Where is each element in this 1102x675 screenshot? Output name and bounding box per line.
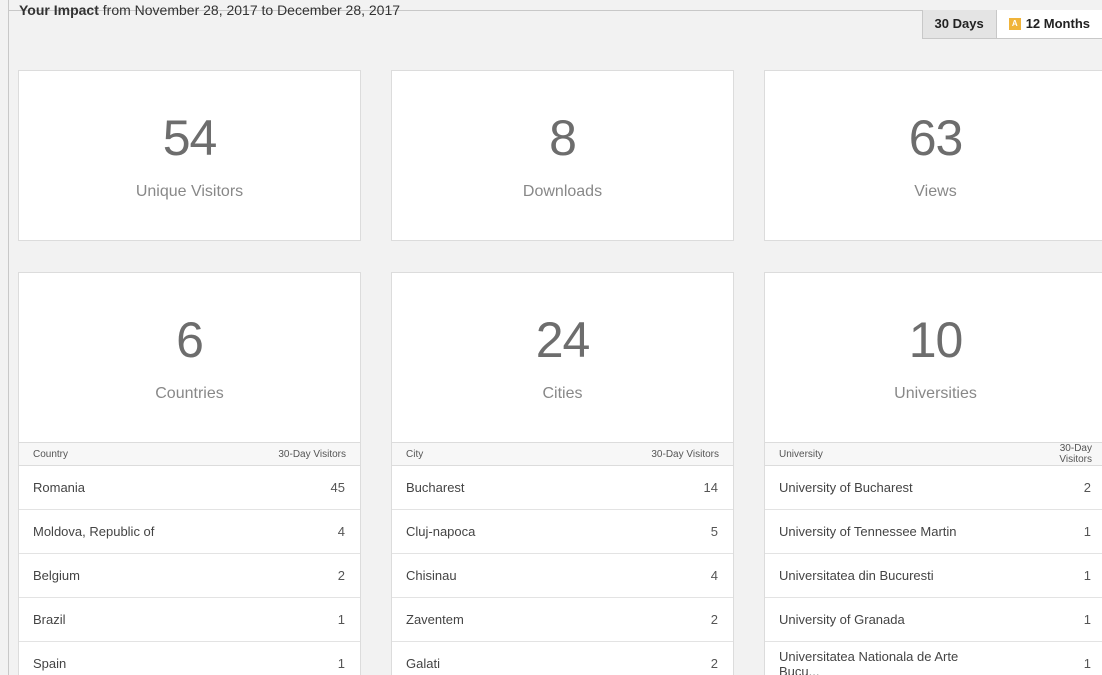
table-row: Moldova, Republic of 4 — [19, 509, 360, 554]
universities-table: University 30-Day Visitors University of… — [765, 442, 1102, 675]
city-name: Galati — [392, 641, 565, 675]
countries-value: 6 — [176, 312, 204, 368]
frame-border-left — [8, 0, 9, 675]
country-name: Romania — [19, 465, 227, 510]
table-row: University of Granada 1 — [765, 597, 1102, 642]
table-row: Bucharest 14 — [392, 465, 733, 510]
university-count: 1 — [1011, 553, 1102, 598]
30-days-button[interactable]: 30 Days — [922, 10, 997, 38]
table-row: Spain 1 — [19, 641, 360, 675]
universities-label: Universities — [894, 385, 977, 402]
country-count: 2 — [226, 553, 360, 598]
city-count: 5 — [564, 509, 733, 554]
table-header-row: University 30-Day Visitors — [765, 442, 1102, 466]
column-header-country[interactable]: Country — [19, 442, 227, 466]
premium-badge-icon: A — [1008, 18, 1021, 30]
table-row: Belgium 2 — [19, 553, 360, 598]
table-row: Galati 2 — [392, 641, 733, 675]
country-name: Belgium — [19, 553, 227, 598]
city-name: Bucharest — [392, 465, 565, 510]
country-count: 4 — [226, 509, 360, 554]
column-header-university[interactable]: University — [765, 442, 1012, 466]
university-name: University of Bucharest — [765, 465, 1012, 510]
views-card: 63 Views — [764, 70, 1102, 241]
university-name: University of Granada — [765, 597, 1012, 642]
table-row: Universitatea din Bucuresti 1 — [765, 553, 1102, 598]
table-row: Universitatea Nationala de Arte Bucu... 1 — [765, 641, 1102, 675]
cities-card: 24 Cities City 30-Day Visitors Bucharest… — [391, 272, 734, 675]
table-header-row: City 30-Day Visitors — [392, 442, 733, 466]
countries-label: Countries — [155, 385, 224, 402]
column-header-city[interactable]: City — [392, 442, 565, 466]
university-name: Universitatea din Bucuresti — [765, 553, 1012, 598]
city-count: 4 — [564, 553, 733, 598]
views-label: Views — [914, 183, 957, 200]
30-days-label: 30 Days — [934, 16, 984, 31]
country-name: Spain — [19, 641, 227, 675]
country-name: Brazil — [19, 597, 227, 642]
unique-visitors-label: Unique Visitors — [135, 183, 244, 200]
table-row: Brazil 1 — [19, 597, 360, 642]
column-header-visitors[interactable]: 30-Day Visitors — [226, 442, 360, 466]
column-header-visitors[interactable]: 30-Day Visitors — [1011, 442, 1102, 466]
table-row: Cluj-napoca 5 — [392, 509, 733, 554]
university-count: 2 — [1011, 465, 1102, 510]
page-title-strong: Your Impact — [19, 2, 99, 18]
12-months-label: 12 Months — [1025, 16, 1090, 31]
column-header-visitors[interactable]: 30-Day Visitors — [564, 442, 733, 466]
city-name: Zaventem — [392, 597, 565, 642]
page-title: Your Impact from November 28, 2017 to De… — [19, 0, 400, 30]
city-name: Chisinau — [392, 553, 565, 598]
university-count: 1 — [1011, 641, 1102, 675]
12-months-button[interactable]: A 12 Months — [996, 10, 1102, 38]
cities-label: Cities — [542, 385, 583, 402]
table-row: University of Bucharest 2 — [765, 465, 1102, 510]
country-count: 1 — [226, 597, 360, 642]
city-count: 2 — [564, 641, 733, 675]
downloads-value: 8 — [549, 110, 577, 166]
university-count: 1 — [1011, 597, 1102, 642]
countries-card: 6 Countries Country 30-Day Visitors Roma… — [18, 272, 361, 675]
cities-table: City 30-Day Visitors Bucharest 14 Cluj-na… — [392, 442, 733, 675]
university-count: 1 — [1011, 509, 1102, 554]
unique-visitors-value: 54 — [162, 110, 218, 166]
downloads-card: 8 Downloads — [391, 70, 734, 241]
universities-value: 10 — [908, 312, 964, 368]
university-name: Universitatea Nationala de Arte Bucu... — [765, 641, 1012, 675]
city-count: 2 — [564, 597, 733, 642]
countries-table: Country 30-Day Visitors Romania 45 Moldov… — [19, 442, 360, 675]
page-title-range: from November 28, 2017 to December 28, 2… — [98, 2, 401, 18]
table-row: Zaventem 2 — [392, 597, 733, 642]
university-name: University of Tennessee Martin — [765, 509, 1012, 554]
cities-value: 24 — [535, 312, 591, 368]
table-row: Romania 45 — [19, 465, 360, 510]
views-value: 63 — [908, 110, 964, 166]
country-count: 1 — [226, 641, 360, 675]
country-count: 45 — [226, 465, 360, 510]
period-toggle: 30 Days A 12 Months — [921, 10, 1102, 39]
table-row: Chisinau 4 — [392, 553, 733, 598]
country-name: Moldova, Republic of — [19, 509, 227, 554]
city-count: 14 — [564, 465, 733, 510]
unique-visitors-card: 54 Unique Visitors — [18, 70, 361, 241]
table-row: University of Tennessee Martin 1 — [765, 509, 1102, 554]
table-header-row: Country 30-Day Visitors — [19, 442, 360, 466]
downloads-label: Downloads — [522, 183, 603, 200]
city-name: Cluj-napoca — [392, 509, 565, 554]
universities-card: 10 Universities University 30-Day Visito… — [764, 272, 1102, 675]
